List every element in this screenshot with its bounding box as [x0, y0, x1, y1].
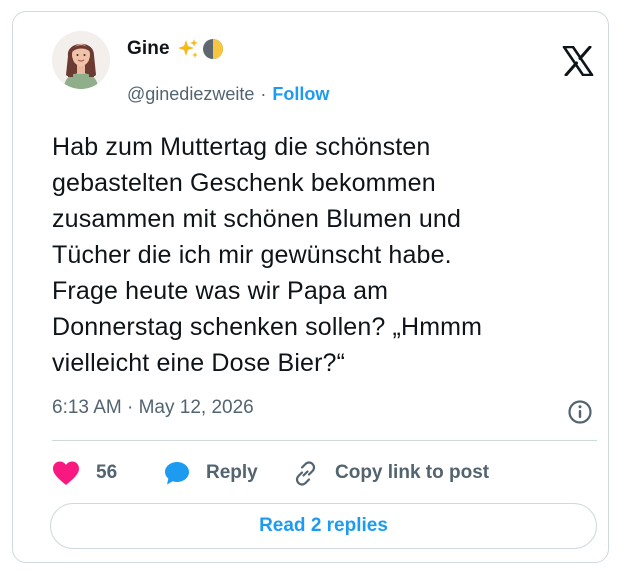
divider — [52, 440, 597, 441]
reply-button[interactable]: Reply — [164, 458, 258, 488]
reply-label: Reply — [206, 462, 258, 483]
name-emoji — [176, 37, 225, 61]
tweet-timestamp[interactable]: 6:13 AM · May 12, 2026 — [52, 397, 254, 419]
avatar[interactable] — [52, 31, 110, 89]
display-name[interactable]: Gine — [127, 38, 170, 60]
tweet-text: Hab zum Muttertag die schönsten gebastel… — [52, 129, 592, 381]
follow-button[interactable]: Follow — [272, 84, 329, 105]
read-replies-label: Read 2 replies — [259, 515, 388, 536]
heart-icon — [53, 461, 79, 485]
author-handle-row: @ginediezweite · Follow — [127, 82, 329, 106]
author-name-row: Gine — [127, 36, 225, 62]
tweet-card: Gine @ginediezweite · Follow Hab zum Mut… — [12, 11, 609, 563]
tweet-text-line: Hab zum Muttertag die schönsten — [52, 133, 431, 161]
link-icon — [295, 460, 316, 486]
first-quarter-moon-icon — [202, 39, 223, 59]
info-icon[interactable] — [567, 399, 593, 425]
action-bar: 56 Reply Copy link to post — [52, 458, 597, 488]
tweet-text-line: zusammen mit schönen Blumen und — [52, 205, 462, 233]
author-handle[interactable]: @ginediezweite — [127, 84, 254, 105]
tweet-text-line: vielleicht eine Dose Bier?“ — [52, 349, 346, 377]
like-button[interactable]: 56 — [52, 458, 117, 488]
separator-dot: · — [260, 83, 267, 104]
copy-link-button[interactable]: Copy link to post — [292, 458, 489, 488]
sparkles-icon — [177, 39, 198, 58]
like-count: 56 — [96, 462, 118, 483]
speech-bubble-icon — [165, 462, 189, 485]
tweet-text-line: Donnerstag schenken sollen? „Hmmm — [52, 313, 483, 341]
tweet-text-line: Tücher die ich mir gewünscht habe. — [52, 241, 452, 269]
tweet-text-line: Frage heute was wir Papa am — [52, 277, 389, 305]
read-replies-button[interactable]: Read 2 replies — [50, 503, 597, 549]
copy-link-label: Copy link to post — [335, 462, 490, 483]
tweet-text-line: gebastelten Geschenk bekommen — [52, 169, 436, 197]
x-logo-icon[interactable] — [562, 46, 594, 76]
